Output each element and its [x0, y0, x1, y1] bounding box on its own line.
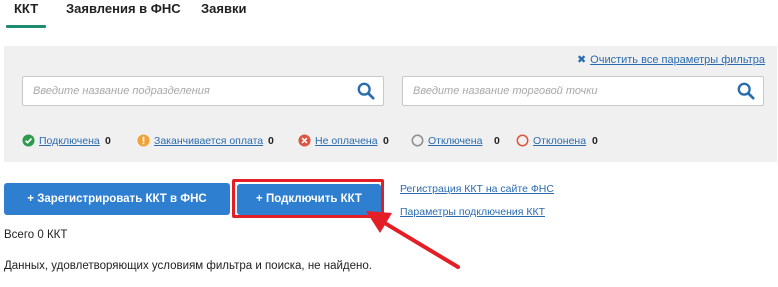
- warning-circle-icon: [137, 134, 150, 147]
- tab-kkt[interactable]: ККТ: [5, 0, 47, 28]
- total-count: Всего 0 ККТ: [4, 229, 68, 241]
- clear-filter-link[interactable]: ✖ Очистить все параметры фильтра: [577, 53, 765, 66]
- status-label: Подключена: [39, 135, 100, 147]
- status-label: Отклонена: [533, 135, 587, 147]
- connect-kkt-button[interactable]: + Подключить ККТ: [237, 184, 381, 215]
- status-label: Заканчивается оплата: [154, 135, 264, 147]
- division-search-input[interactable]: [23, 77, 343, 105]
- tab-fns-applications[interactable]: Заявления в ФНС: [66, 0, 181, 28]
- red-circle-icon: [516, 134, 529, 147]
- search-icon[interactable]: [357, 82, 375, 100]
- division-search-box: [22, 76, 384, 106]
- empty-message: Данных, удовлетворяющих условиям фильтра…: [4, 260, 372, 272]
- point-search-input[interactable]: [403, 77, 723, 105]
- status-count: 0: [383, 135, 389, 147]
- register-kkt-button[interactable]: + Зарегистрировать ККТ в ФНС: [4, 183, 230, 215]
- status-label: Отключена: [428, 135, 483, 147]
- grey-circle-icon: [411, 134, 424, 147]
- connection-params-link[interactable]: Параметры подключения ККТ: [400, 206, 545, 218]
- status-count: 0: [105, 135, 111, 147]
- status-label: Не оплачена: [315, 135, 378, 147]
- x-circle-icon: [298, 134, 311, 147]
- status-count: 0: [494, 135, 500, 147]
- tab-requests[interactable]: Заявки: [201, 0, 246, 28]
- status-count: 0: [268, 135, 274, 147]
- clear-filter-label: Очистить все параметры фильтра: [590, 54, 765, 66]
- close-icon: ✖: [576, 54, 587, 66]
- fns-registration-link[interactable]: Регистрация ККТ на сайте ФНС: [400, 183, 554, 195]
- check-circle-icon: [22, 134, 35, 147]
- tab-bar: ККТ Заявления в ФНС Заявки: [0, 0, 778, 30]
- status-count: 0: [592, 135, 598, 147]
- point-search-box: [402, 76, 764, 106]
- filter-panel: ✖Очистить все параметры фильтра Подключе…: [4, 46, 777, 162]
- search-icon[interactable]: [737, 82, 755, 100]
